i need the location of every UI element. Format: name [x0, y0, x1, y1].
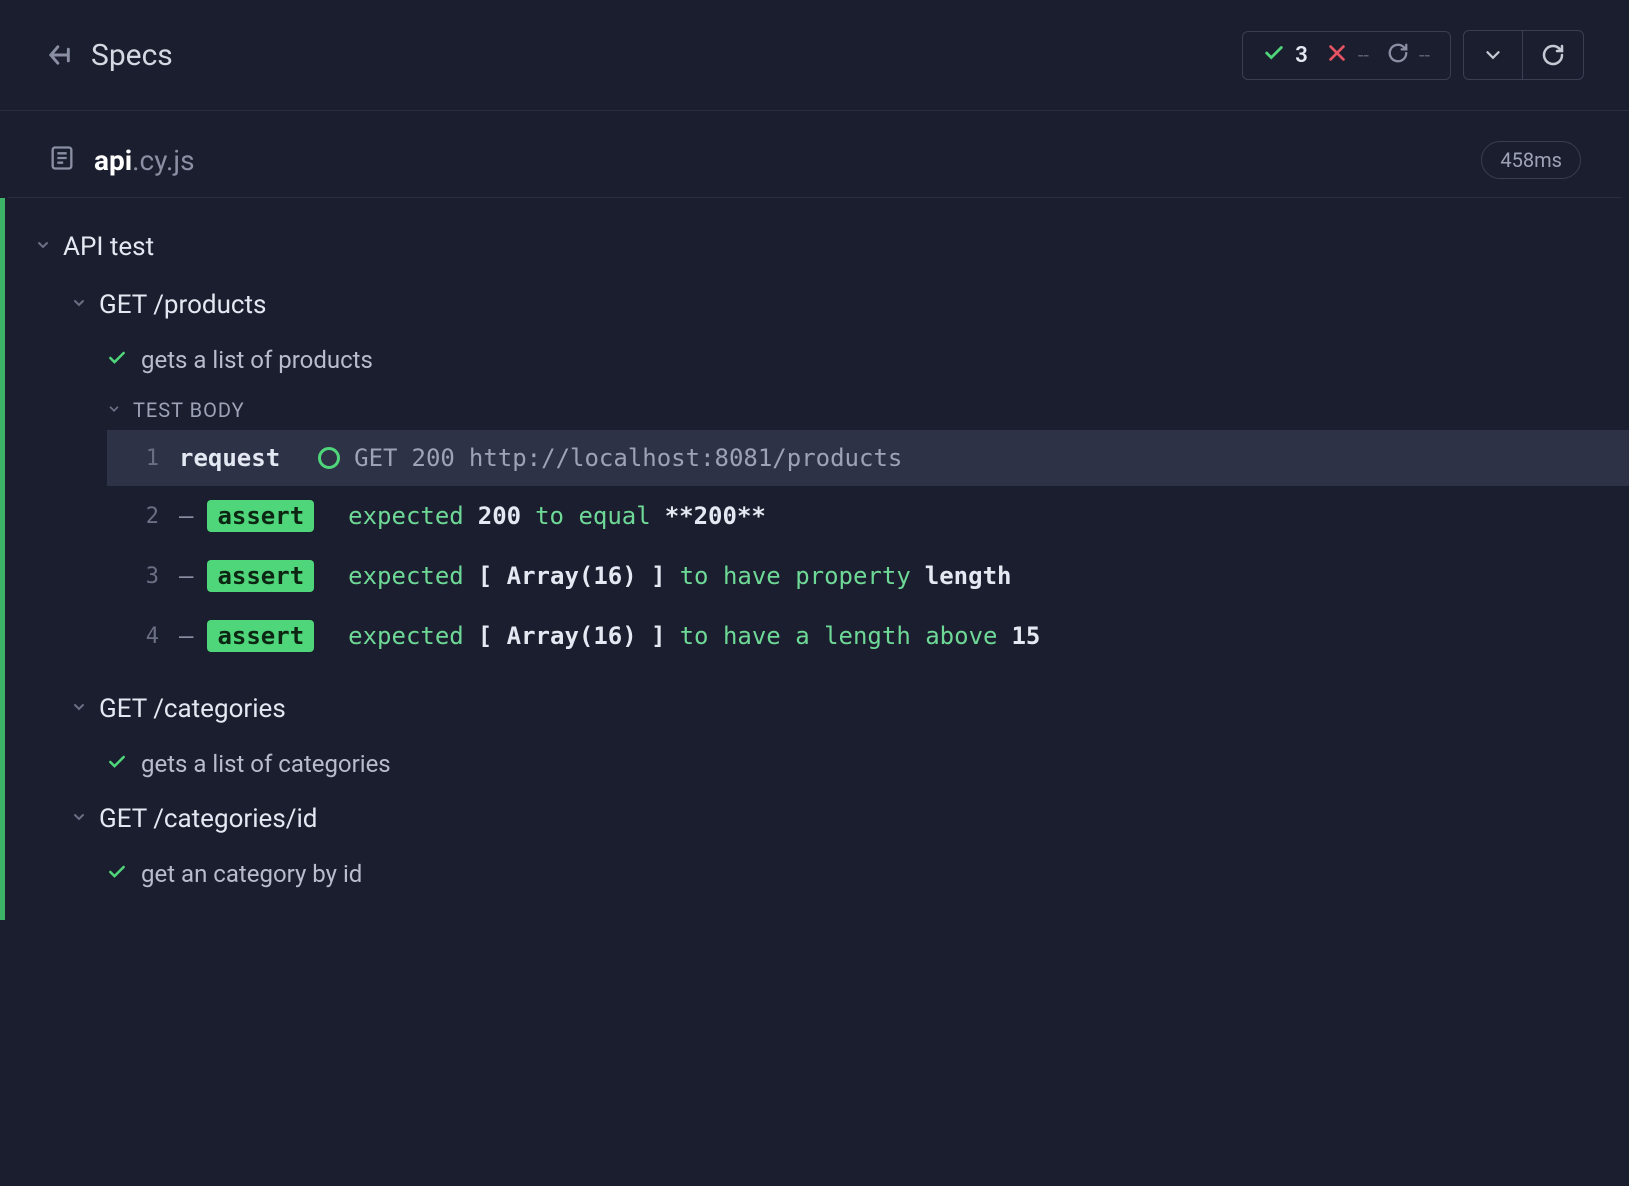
assert-badge: assert: [207, 560, 314, 592]
pending-count: --: [1419, 43, 1430, 67]
back-icon[interactable]: [45, 41, 73, 69]
chevron-down-icon: [71, 699, 87, 719]
chevron-down-icon[interactable]: [1464, 31, 1522, 79]
request-url: http://localhost:8081/products: [469, 444, 902, 472]
test-block: get an category by id: [71, 848, 1629, 900]
header-left: Specs: [45, 38, 173, 73]
file-basename: api: [94, 144, 132, 177]
command-row-request[interactable]: 1 request GET 200 http://localhost:8081/…: [107, 430, 1629, 486]
stat-failed: --: [1326, 42, 1369, 69]
control-box: [1463, 30, 1584, 80]
request-method: GET: [354, 444, 397, 472]
test-body-label: TEST BODY: [133, 398, 245, 422]
assert-phrase: to have property: [680, 562, 911, 590]
command-name: request: [179, 444, 280, 472]
assert-actual: [ Array(16) ]: [478, 562, 666, 590]
command-row-assert[interactable]: 4 – assert expected [ Array(16) ] to hav…: [107, 606, 1629, 666]
header-right: 3 -- --: [1242, 30, 1584, 80]
suite-title: API test: [63, 232, 154, 262]
chevron-down-icon: [71, 295, 87, 315]
dash: –: [179, 502, 193, 530]
assert-word: expected: [348, 502, 464, 530]
x-icon: [1326, 42, 1348, 69]
assert-word: expected: [348, 622, 464, 650]
line-number: 3: [119, 564, 159, 589]
group-header[interactable]: GET /categories: [71, 666, 1629, 738]
test-block: gets a list of categories: [71, 738, 1629, 790]
request-status: 200: [412, 444, 455, 472]
chevron-down-icon: [35, 237, 51, 257]
test-row[interactable]: gets a list of categories: [107, 738, 1629, 790]
command-body: – assert expected 200 to equal **200**: [179, 500, 766, 532]
file-row: api.cy.js 458ms: [8, 111, 1621, 198]
group-products: GET /products gets a list of products TE…: [35, 276, 1629, 666]
chevron-down-icon: [107, 401, 121, 420]
stat-pending: --: [1387, 42, 1430, 69]
line-number: 2: [119, 504, 159, 529]
group-header[interactable]: GET /categories/id: [71, 790, 1629, 848]
command-body: request GET 200 http://localhost:8081/pr…: [179, 444, 902, 472]
group-title: GET /categories: [99, 694, 286, 724]
test-title: gets a list of categories: [141, 750, 391, 778]
assert-expected: 15: [1011, 622, 1040, 650]
document-icon: [48, 144, 76, 177]
assert-phrase: to have a length above: [680, 622, 998, 650]
command-body: – assert expected [ Array(16) ] to have …: [179, 620, 1040, 652]
test-body-header[interactable]: TEST BODY: [107, 386, 1629, 430]
line-number: 4: [119, 624, 159, 649]
retry-icon: [1387, 42, 1409, 69]
chevron-down-icon: [71, 809, 87, 829]
rerun-icon[interactable]: [1522, 31, 1583, 79]
command-row-assert[interactable]: 3 – assert expected [ Array(16) ] to hav…: [107, 546, 1629, 606]
suite-header[interactable]: API test: [35, 218, 1629, 276]
group-categories-id: GET /categories/id get an category by id: [35, 790, 1629, 900]
test-title: gets a list of products: [141, 346, 373, 374]
dash: –: [179, 622, 193, 650]
status-circle-icon: [318, 447, 340, 469]
passed-count: 3: [1295, 43, 1308, 68]
group-title: GET /products: [99, 290, 266, 320]
dash: –: [179, 562, 193, 590]
command-row-assert[interactable]: 2 – assert expected 200 to equal **200**: [107, 486, 1629, 546]
check-icon: [107, 750, 127, 778]
file-left: api.cy.js: [48, 144, 195, 177]
assert-expected: **200**: [665, 502, 766, 530]
command-body: – assert expected [ Array(16) ] to have …: [179, 560, 1011, 592]
page-title: Specs: [91, 38, 173, 73]
group-title: GET /categories/id: [99, 804, 317, 834]
test-title: get an category by id: [141, 860, 362, 888]
stats-box: 3 -- --: [1242, 31, 1451, 80]
line-number: 1: [119, 446, 159, 471]
file-name: api.cy.js: [94, 144, 195, 177]
suite-root: API test GET /products gets a list of pr…: [5, 218, 1629, 900]
test-block: gets a list of products TEST BODY 1 requ…: [71, 334, 1629, 666]
assert-phrase: to equal: [535, 502, 651, 530]
file-extension: .cy.js: [132, 144, 194, 177]
command-list: 1 request GET 200 http://localhost:8081/…: [107, 430, 1629, 666]
group-categories: GET /categories gets a list of categorie…: [35, 666, 1629, 790]
check-icon: [107, 860, 127, 888]
check-icon: [107, 346, 127, 374]
test-row[interactable]: gets a list of products: [107, 334, 1629, 386]
assert-actual: 200: [478, 502, 521, 530]
test-row[interactable]: get an category by id: [107, 848, 1629, 900]
stat-passed: 3: [1263, 42, 1308, 69]
assert-badge: assert: [207, 500, 314, 532]
app-header: Specs 3 -- --: [0, 0, 1629, 111]
assert-word: expected: [348, 562, 464, 590]
duration-badge: 458ms: [1481, 141, 1581, 179]
check-icon: [1263, 42, 1285, 69]
content: API test GET /products gets a list of pr…: [0, 198, 1629, 920]
assert-actual: [ Array(16) ]: [478, 622, 666, 650]
group-header[interactable]: GET /products: [71, 276, 1629, 334]
failed-count: --: [1358, 43, 1369, 67]
assert-badge: assert: [207, 620, 314, 652]
assert-expected: length: [925, 562, 1012, 590]
